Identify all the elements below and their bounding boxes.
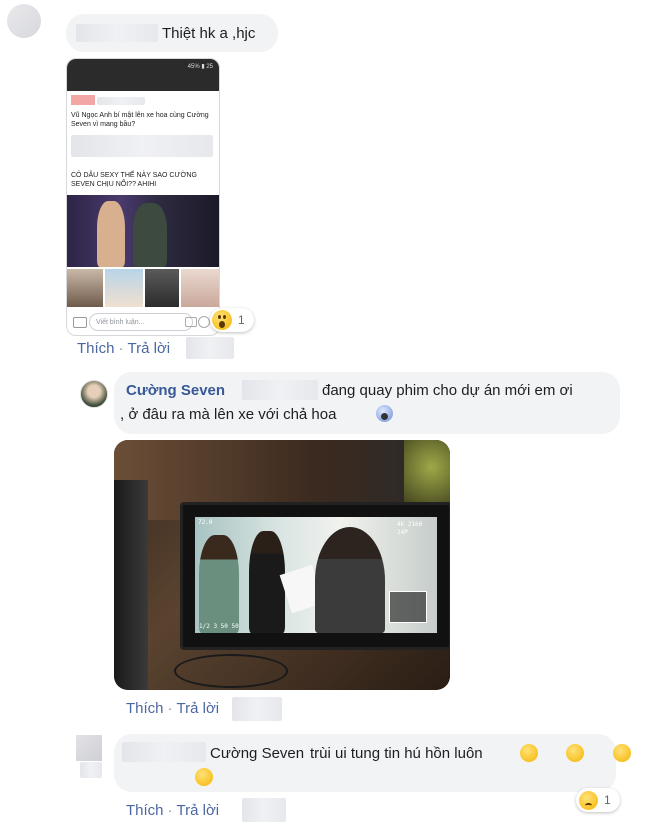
blurred-block [97,97,145,105]
histogram-box [389,591,427,623]
comment-actions: Thích · Trả lời [126,700,220,717]
like-link[interactable]: Thích [126,700,164,717]
monitor-readout-top-left: 72.0 [198,519,213,526]
reply-link[interactable]: Trả lời [177,802,220,819]
sticker-icon [198,316,210,328]
monitor-screen: 72.0 4k 2160 24P 1/2 3 50 50 [195,517,437,633]
person-crew [315,527,385,633]
comment-bubble: Cường Seven đang quay phim cho dự án mới… [114,372,620,434]
headline-2: CÔ DÂU SEXY THẾ NÀY SAO CƯỜNG SEVEN CHỊU… [71,172,197,188]
rofl-emoji-icon [612,744,631,762]
blurred-block [242,380,318,400]
phone-status-bar: 45% ▮ 25 [67,59,219,91]
blurred-block [71,135,213,157]
reaction-badge[interactable]: 1 [210,308,254,332]
blurred-author-name [122,742,206,762]
thumb-2 [105,269,143,307]
comment-text: trùi ui tung tin hú hồn luôn [310,745,483,762]
reaction-badge[interactable]: 1 [576,788,620,812]
avatar[interactable] [7,4,41,38]
wow-emoji-icon [212,310,232,330]
rofl-emoji-icon [195,768,214,786]
avatar[interactable] [76,735,102,761]
person-bride [199,535,239,633]
comment-text: Thiệt hk a ,hjc [162,25,256,42]
rofl-emoji-icon [520,744,538,762]
monitor-readout-top-right: 4k 2160 24P [397,521,423,536]
cables [174,654,288,688]
thumb-1 [67,269,103,307]
comment-text-line-1: đang quay phim cho dự án mới em ơi [322,382,573,399]
author-name[interactable]: Cường Seven [126,381,225,400]
comment-bubble: Cường Seven trùi ui tung tin hú hồn luôn [114,734,631,792]
reply-link[interactable]: Trả lời [128,340,171,357]
headline-1: Vũ Ngọc Anh bí mật lên xe hoa cùng Cường… [71,112,209,128]
scream-emoji-icon [376,405,393,422]
camera-rig [114,480,148,690]
comment-input: Viết bình luận... [89,313,193,331]
like-link[interactable]: Thích [77,340,115,357]
event-photo [67,195,219,267]
person-groom [249,531,285,633]
avatar[interactable] [80,380,108,408]
reaction-count: 1 [604,793,611,807]
blurred-block [80,762,102,778]
comment-actions: Thích · Trả lời [126,802,220,819]
video-monitor: 72.0 4k 2160 24P 1/2 3 50 50 [180,502,450,650]
post-thumbnail [71,95,95,105]
person-shape [97,201,125,267]
comment-actions: Thích · Trả lời [77,340,171,357]
blurred-timestamp [186,337,234,359]
reaction-count: 1 [238,313,245,327]
mentioned-user[interactable]: Cường Seven [210,744,304,763]
thumb-3 [145,269,179,307]
thumb-4 [181,269,219,307]
person-shape [133,203,167,267]
comment-text-line-2: , ở đâu ra mà lên xe với chả hoa [120,406,337,423]
comment-bubble: Thiệt hk a ,hjc [66,14,278,52]
monitor-readout-bottom: 1/2 3 50 50 [199,623,239,630]
attached-screenshot[interactable]: 45% ▮ 25 Vũ Ngọc Anh bí mật lên xe hoa c… [66,58,220,336]
blurred-timestamp [242,798,286,822]
blurred-timestamp [232,697,282,721]
like-link[interactable]: Thích [126,802,164,819]
reply-link[interactable]: Trả lời [177,700,220,717]
sad-emoji-icon [579,790,598,810]
rofl-emoji-icon [566,744,585,762]
camera-icon [73,317,87,328]
blurred-author-name [76,24,158,42]
gif-icon [185,317,197,327]
attached-photo[interactable]: 72.0 4k 2160 24P 1/2 3 50 50 [114,440,450,690]
